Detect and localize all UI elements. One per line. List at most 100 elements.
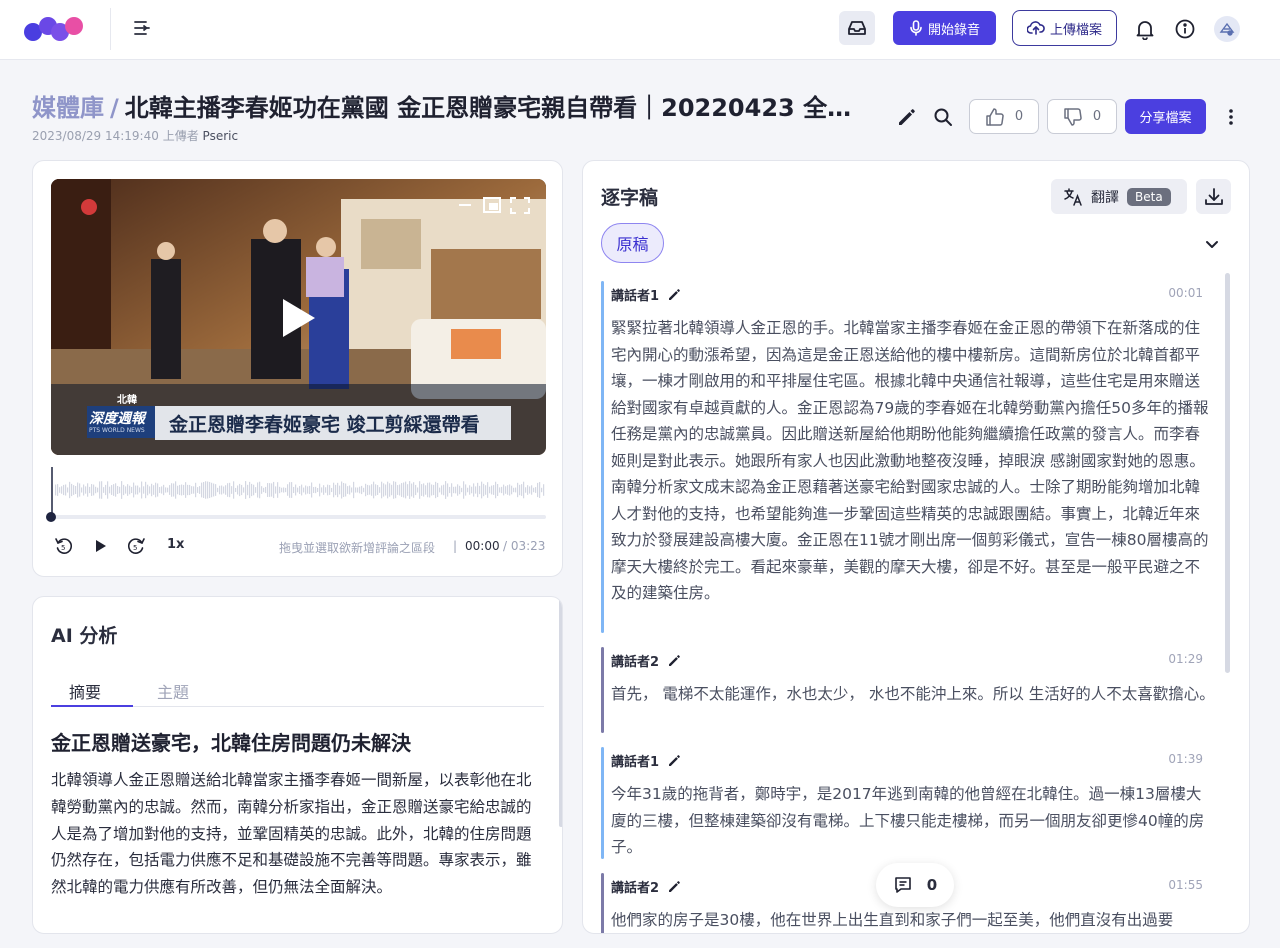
comment-icon [894, 877, 911, 893]
total-time: / 03:23 [503, 539, 546, 553]
original-transcript-pill[interactable]: 原稿 [601, 223, 664, 263]
waveform-bar [387, 481, 389, 499]
dislike-button[interactable]: 0 [1047, 99, 1117, 134]
waveform-bar [81, 487, 83, 493]
inbox-button[interactable] [839, 11, 875, 45]
waveform-bar [523, 481, 525, 499]
transcript-scrollbar[interactable] [1225, 273, 1230, 673]
active-tab-indicator [51, 705, 133, 707]
waveform-bar [63, 484, 65, 496]
waveform-bar [445, 481, 447, 499]
share-file-button[interactable]: 分享檔案 [1125, 99, 1206, 134]
waveform-bar [351, 487, 353, 493]
speaker-name[interactable]: 講話者2 [611, 877, 659, 896]
waveform-bar [135, 485, 137, 495]
segment-timestamp[interactable]: 00:01 [1168, 286, 1203, 300]
more-options-icon[interactable] [1222, 106, 1240, 128]
notification-bell-icon[interactable] [1134, 18, 1156, 41]
translate-icon [1064, 187, 1082, 206]
comments-button[interactable]: 0 [876, 863, 954, 907]
speaker-name[interactable]: 講話者2 [611, 651, 659, 670]
speaker-bar [601, 647, 604, 733]
segment-text[interactable]: 緊緊拉著北韓領導人金正恩的手。北韓當家主播李春姬在金正恩的帶領下在新落成的住宅內… [611, 315, 1215, 607]
speaker-header: 講話者2 [611, 877, 682, 896]
tab-topics[interactable]: 主題 [157, 679, 189, 703]
waveform-bar [235, 487, 237, 493]
waveform-bar [459, 485, 461, 495]
video-region-label: 北韓 [117, 395, 137, 406]
video-player[interactable]: 北韓 深度週報 PTS WORLD NEWS 金正恩贈李春姬豪宅 竣工剪綵還帶看 [51, 179, 546, 455]
app-logo[interactable] [22, 14, 86, 44]
edit-speaker-pencil-icon[interactable] [667, 287, 682, 302]
forward-5-icon[interactable]: 5 [125, 535, 147, 557]
start-recording-label: 開始錄音 [927, 22, 980, 38]
upload-file-button[interactable]: 上傳檔案 [1012, 10, 1117, 46]
speaker-name[interactable]: 講話者1 [611, 751, 659, 770]
waveform-bar [309, 485, 311, 495]
waveform-bar [323, 485, 325, 495]
file-meta: 2023/08/29 14:19:40 上傳者 Pseric [32, 127, 238, 144]
breadcrumb-media-library[interactable]: 媒體庫 [32, 94, 104, 122]
info-icon[interactable] [1174, 18, 1196, 40]
edit-title-pencil-icon[interactable] [896, 106, 918, 128]
waveform-bar [297, 487, 299, 493]
beta-badge: Beta [1127, 187, 1171, 206]
playback-speed-button[interactable]: 1x [167, 537, 184, 552]
waveform-bar [479, 485, 481, 495]
waveform-bar [331, 487, 333, 493]
thumbs-up-icon [986, 107, 1004, 126]
waveform-bar [493, 485, 495, 495]
user-avatar[interactable] [1214, 16, 1240, 42]
waveform-bar [197, 487, 199, 493]
segment-timestamp[interactable]: 01:39 [1168, 752, 1203, 766]
waveform-bar [121, 481, 123, 499]
summary-body: 北韓領導人金正恩贈送給北韓當家主播李春姬一間新屋，以表彰他在北韓勞動黨內的忠誠。… [51, 771, 532, 897]
svg-text:5: 5 [133, 544, 137, 552]
waveform-bar [437, 482, 439, 498]
translate-button[interactable]: 翻譯 Beta [1051, 179, 1187, 214]
waveform-bar [103, 487, 105, 493]
menu-toggle-icon[interactable] [130, 16, 154, 40]
rewind-5-icon[interactable]: 5 [53, 535, 75, 557]
play-icon[interactable] [89, 535, 111, 557]
edit-speaker-pencil-icon[interactable] [667, 653, 682, 668]
waveform-bar [75, 486, 77, 494]
search-icon[interactable] [932, 106, 954, 128]
chevron-down-icon[interactable] [1201, 233, 1223, 255]
edit-speaker-pencil-icon[interactable] [667, 753, 682, 768]
waveform-bar [489, 486, 491, 494]
segment-timestamp[interactable]: 01:29 [1168, 652, 1203, 666]
waveform-bar [249, 481, 251, 499]
download-button[interactable] [1196, 179, 1231, 214]
waveform-bar [325, 487, 327, 493]
waveform-bar [499, 487, 501, 493]
waveform-bar [369, 485, 371, 495]
speaker-name[interactable]: 講話者1 [611, 285, 659, 304]
waveform-bar [475, 486, 477, 494]
start-recording-button[interactable]: 開始錄音 [893, 11, 996, 45]
segment-text[interactable]: 他們家的房子是30樓，他在世界上出生直到和家子們一起至美，他們直沒有出過要 [611, 907, 1215, 933]
waveform-bar [147, 484, 149, 496]
edit-speaker-pencil-icon[interactable] [667, 879, 682, 894]
like-button[interactable]: 0 [969, 99, 1039, 134]
progress-track[interactable] [51, 515, 546, 519]
waveform-bar [427, 482, 429, 498]
waveform-bar [519, 484, 521, 496]
speaker-header: 講話者1 [611, 751, 682, 770]
waveform-bar [343, 482, 345, 498]
summary-heading: 金正恩贈送豪宅，北韓住房問題仍未解決 [51, 731, 411, 755]
waveform-bar [95, 486, 97, 494]
waveform-bar [421, 484, 423, 496]
segment-text[interactable]: 首先， 電梯不太能運作，水也太少， 水也不能沖上來。所以 生活好的人不太喜歡擔心… [611, 681, 1215, 708]
waveform-bar [409, 481, 411, 499]
waveform-bar [61, 486, 63, 494]
tab-summary[interactable]: 摘要 [69, 679, 101, 703]
waveform-bar [473, 483, 475, 497]
waveform-bar [285, 487, 287, 493]
audio-waveform[interactable] [51, 467, 546, 513]
ai-scrollbar[interactable] [559, 597, 562, 827]
segment-timestamp[interactable]: 01:55 [1168, 878, 1203, 892]
progress-knob[interactable] [46, 512, 56, 522]
segment-text[interactable]: 今年31歲的拖背者，鄭時宇，是2017年逃到南韓的他曾經在北韓住。過一棟13層樓… [611, 781, 1215, 861]
waveform-bar [417, 487, 419, 493]
